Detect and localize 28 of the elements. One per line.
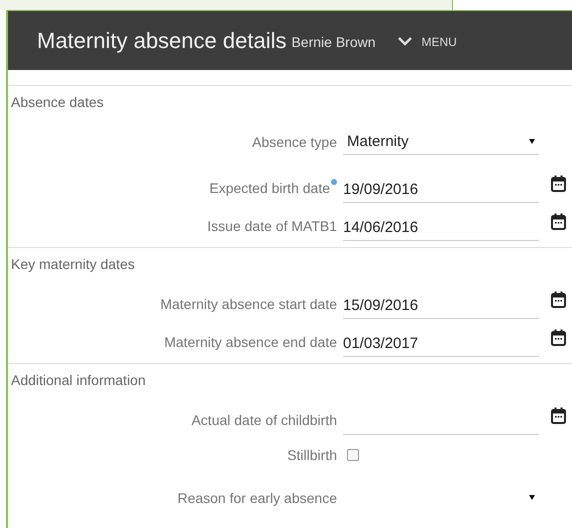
- checkbox[interactable]: [347, 449, 359, 461]
- employee-name: Bernie Brown: [291, 34, 376, 50]
- field-label: Expected birth date: [209, 180, 330, 196]
- date-input-field[interactable]: 14/06/2016: [343, 211, 539, 241]
- field-label: Reason for early absence: [177, 490, 337, 506]
- field-label: Issue date of MATB1: [207, 218, 337, 234]
- dropdown-arrow-icon: [529, 139, 535, 144]
- calendar-icon[interactable]: [551, 174, 566, 192]
- field-label: Maternity absence start date: [160, 296, 337, 312]
- calendar-icon[interactable]: [551, 406, 566, 424]
- chevron-down-icon: [398, 37, 412, 46]
- field-label: Stillbirth: [287, 447, 337, 463]
- field-label: Maternity absence end date: [164, 334, 337, 350]
- date-input-field[interactable]: 01/03/2017: [343, 327, 539, 357]
- section-heading: Key maternity dates: [10, 255, 136, 274]
- calendar-icon[interactable]: [551, 212, 566, 230]
- section-heading: Additional information: [10, 371, 147, 390]
- menu-button[interactable]: MENU: [398, 34, 457, 48]
- date-input-field[interactable]: 15/09/2016: [343, 289, 539, 319]
- calendar-icon[interactable]: [551, 290, 566, 308]
- calendar-icon[interactable]: [551, 328, 566, 346]
- dropdown-arrow-icon: [529, 495, 535, 500]
- field-label: Absence type: [252, 134, 337, 150]
- field-label: Actual date of childbirth: [191, 412, 337, 428]
- dropdown-field[interactable]: Maternity: [343, 129, 539, 155]
- section-heading: Absence dates: [10, 93, 105, 112]
- date-input-field[interactable]: 19/09/2016: [343, 173, 539, 203]
- page-title: Maternity absence details: [37, 28, 286, 54]
